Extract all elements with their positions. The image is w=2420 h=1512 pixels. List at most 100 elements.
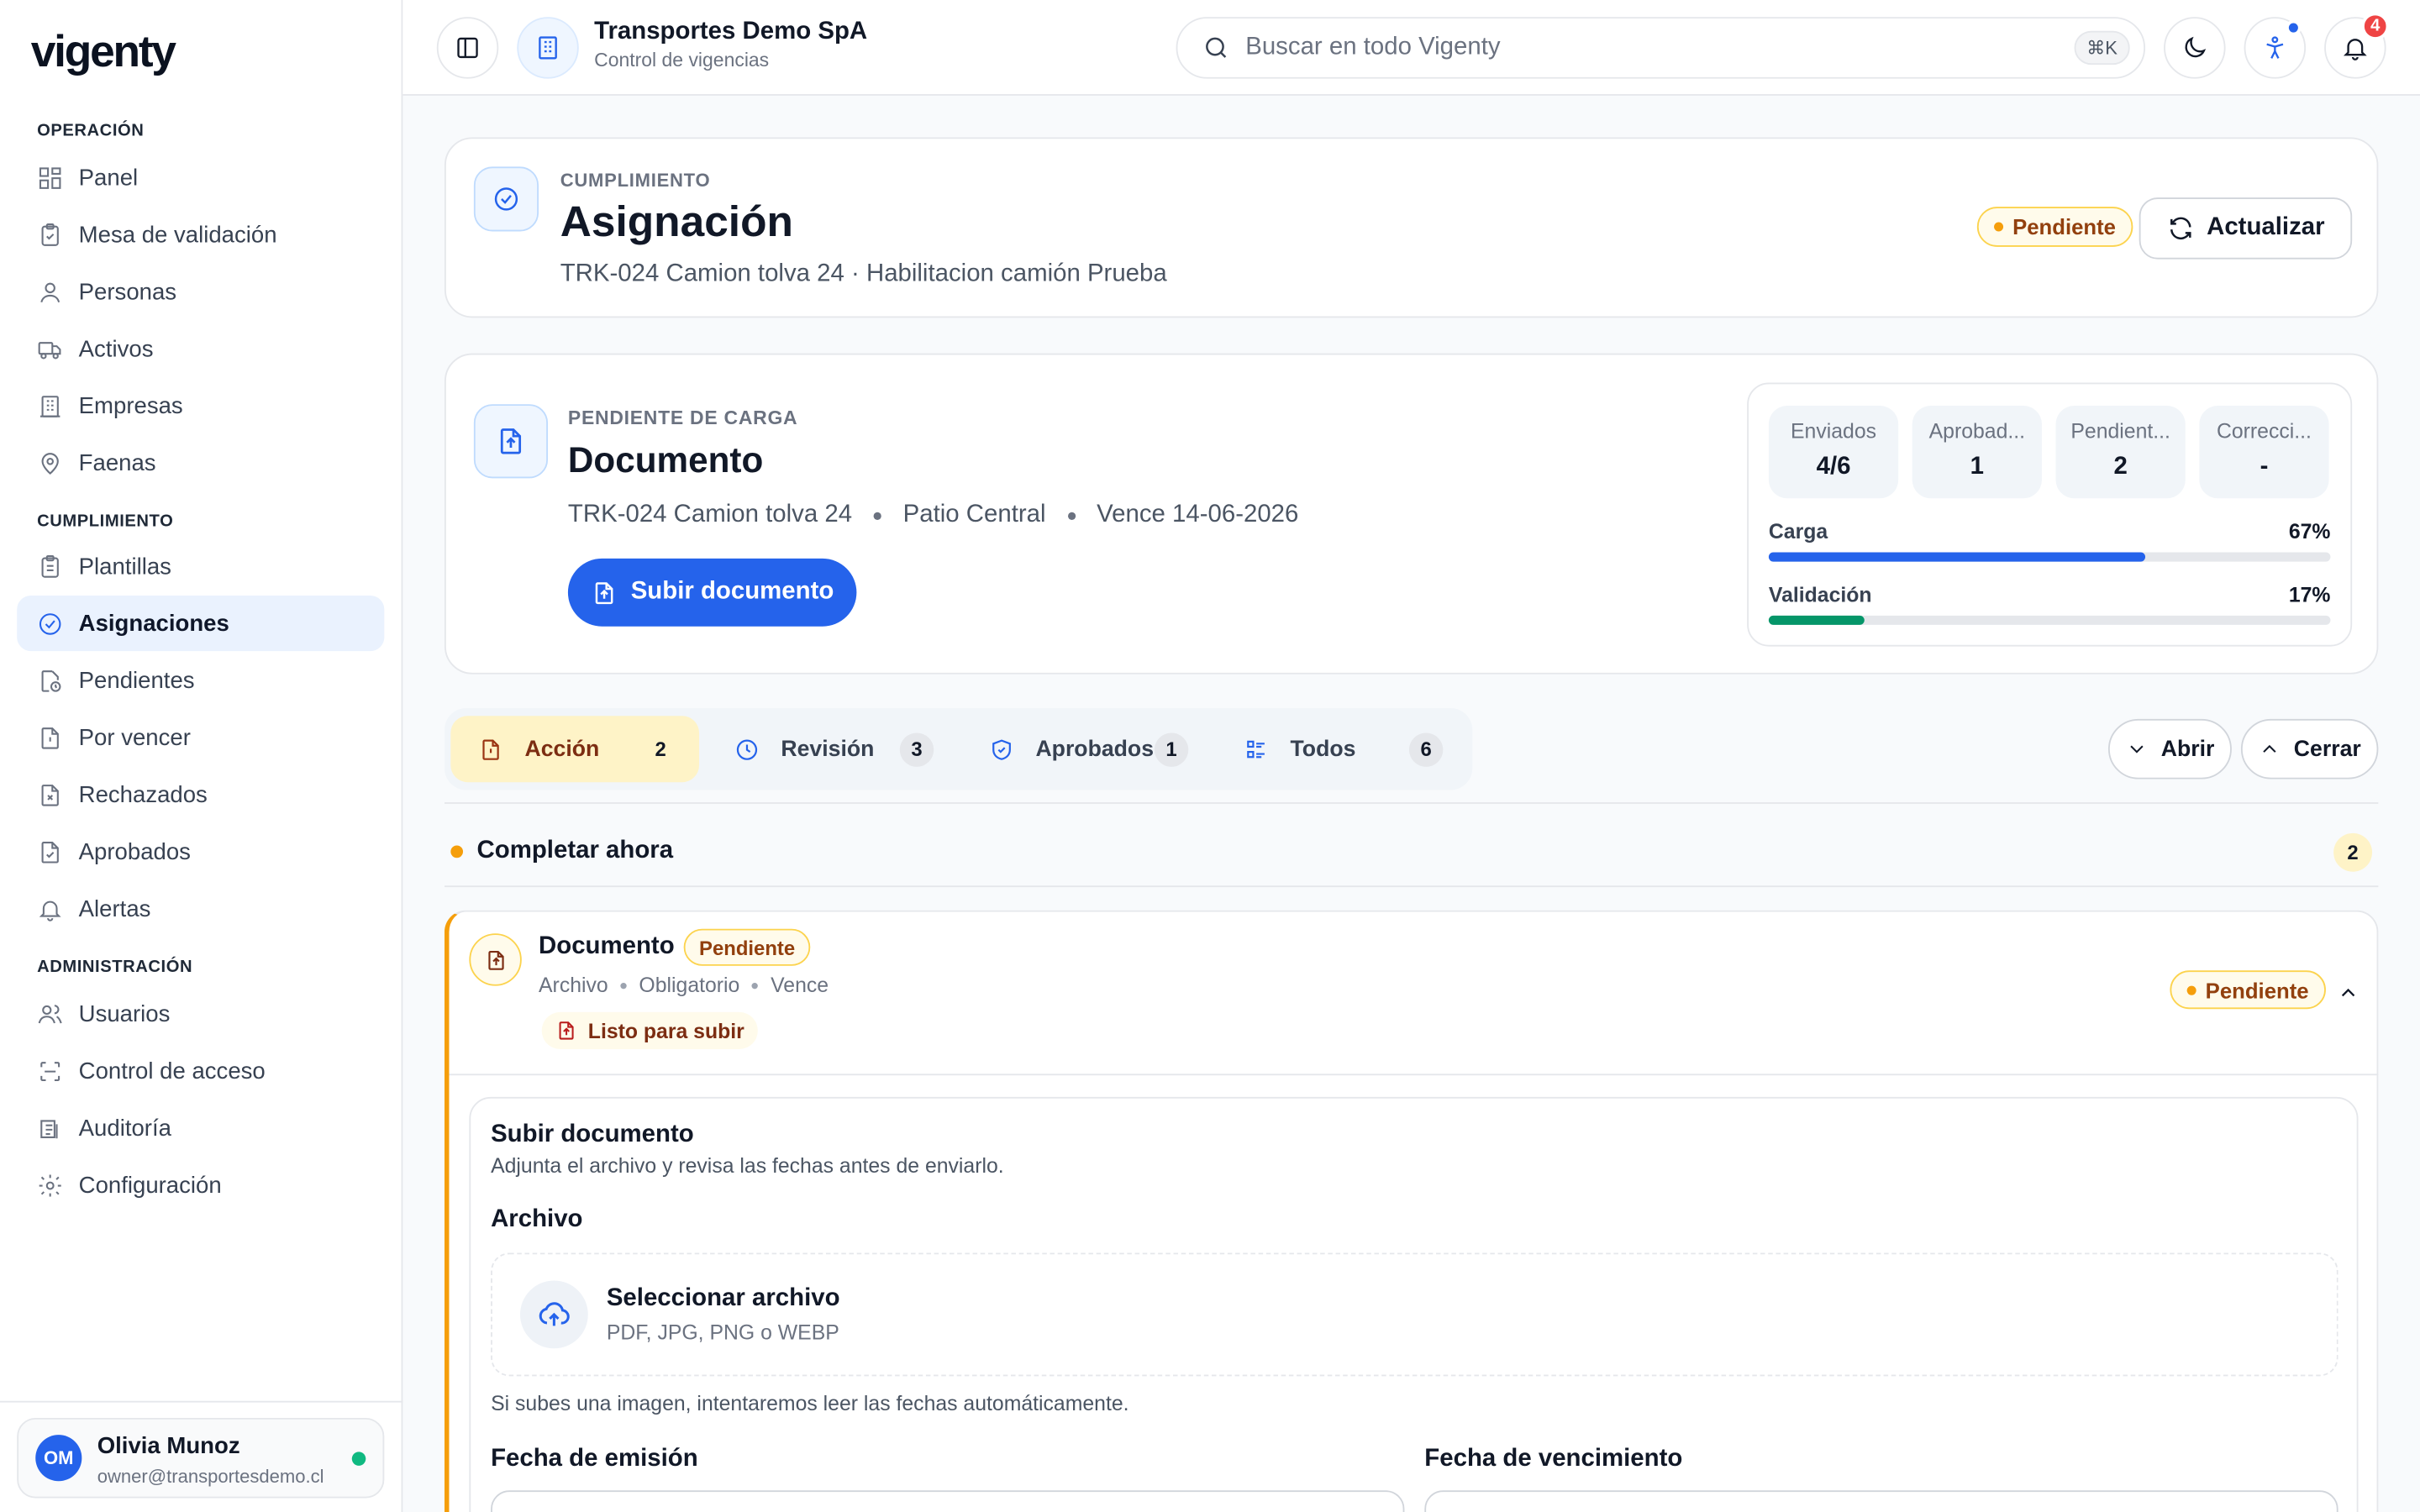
status-label: Pendiente — [2205, 977, 2309, 1002]
sidebar-item-pendientes[interactable]: Pendientes — [17, 653, 384, 708]
scan-icon — [40, 1061, 60, 1081]
sidebar-item-mesa[interactable]: Mesa de validación — [17, 207, 384, 262]
sidebar-item-activos[interactable]: Activos — [17, 321, 384, 376]
tab-todos[interactable]: Todos 6 — [1216, 716, 1463, 782]
toggle-sidebar-button[interactable] — [436, 17, 499, 79]
org-switcher-button[interactable] — [517, 17, 579, 79]
progress-panel: Enviados 4/6 Aprobad... 1 Pendient... 2 Cor… — [1747, 382, 2353, 647]
status-badge: Pendiente — [1976, 207, 2133, 247]
stat-value: 1 — [1970, 453, 1985, 480]
item-title[interactable]: Documento — [539, 933, 675, 961]
group-status-dot — [450, 845, 464, 858]
upload-file-icon-box — [473, 404, 549, 479]
chevron-up-icon — [2263, 744, 2276, 753]
clipboard-list-icon — [41, 554, 59, 577]
settings-icon — [39, 1173, 61, 1196]
circle-check-icon — [39, 612, 61, 634]
sidebar-item-label: Usuarios — [78, 1000, 171, 1027]
sidebar-item-label: Por vencer — [78, 724, 191, 751]
map-pin-icon — [41, 452, 59, 475]
brand-logo[interactable]: vigenty — [31, 28, 176, 79]
clock-icon — [736, 738, 758, 759]
audit-list-icon — [40, 1119, 58, 1138]
expand-all-button[interactable]: Abrir — [2107, 718, 2232, 780]
tab-label: Acción — [524, 737, 600, 762]
refresh-button[interactable]: Actualizar — [2139, 197, 2353, 260]
tab-accion[interactable]: Acción 2 — [450, 716, 700, 783]
section-title-cumplimiento: CUMPLIMIENTO — [37, 512, 174, 531]
doc-expiry: Vence 14-06-2026 — [1097, 501, 1299, 528]
sidebar-item-auditoria[interactable]: Auditoría — [17, 1100, 384, 1156]
sidebar-item-faenas[interactable]: Faenas — [17, 435, 384, 491]
theme-toggle-button[interactable] — [2164, 17, 2226, 79]
expiry-date-input[interactable] — [1424, 1490, 2338, 1512]
chevron-down-icon — [2130, 745, 2144, 753]
sidebar-item-alertas[interactable]: Alertas — [17, 881, 384, 937]
sidebar-item-label: Alertas — [78, 895, 151, 922]
file-field-label: Archivo — [491, 1206, 583, 1233]
status-dot — [1994, 222, 2004, 232]
select-file-label: Seleccionar archivo — [606, 1284, 840, 1312]
refresh-label: Actualizar — [2207, 214, 2325, 241]
sidebar-item-por-vencer[interactable]: Por vencer — [17, 710, 384, 765]
chevron-up-icon[interactable] — [2337, 981, 2360, 1005]
circle-check-icon — [494, 187, 518, 211]
status-dot — [2186, 984, 2196, 995]
notifications-button[interactable]: 4 — [2324, 12, 2390, 79]
building-icon — [39, 395, 60, 417]
issue-date-label: Fecha de emisión — [491, 1446, 698, 1473]
stat-value: 2 — [2113, 453, 2128, 480]
meta-separator — [873, 511, 881, 520]
accessibility-button[interactable] — [2244, 17, 2307, 79]
stat-pendientes: Pendient... 2 — [2055, 406, 2186, 499]
group-title: Completar ahora — [476, 837, 674, 864]
notification-count-badge: 4 — [2361, 12, 2390, 40]
tab-count: 3 — [899, 732, 934, 766]
user-email: owner@transportesdemo.cl — [97, 1465, 324, 1488]
user-icon — [40, 281, 60, 302]
sidebar-item-empresas[interactable]: Empresas — [17, 378, 384, 433]
user-card[interactable]: OM Olivia Munoz owner@transportesdemo.cl — [17, 1417, 385, 1499]
tab-revision[interactable]: Revisión 3 — [707, 716, 939, 782]
list-icon — [1247, 739, 1265, 758]
file-upload-icon — [559, 1021, 574, 1040]
divider — [449, 1074, 2379, 1076]
sidebar-item-panel[interactable]: Panel — [17, 150, 384, 205]
ready-to-upload-chip: Listo para subir — [541, 1011, 759, 1049]
tab-count: 1 — [1154, 732, 1189, 766]
issue-date-input[interactable] — [491, 1490, 1405, 1512]
sidebar-item-personas[interactable]: Personas — [17, 264, 384, 319]
sidebar-item-aprobados[interactable]: Aprobados — [17, 824, 384, 879]
assignment-header-card: CUMPLIMIENTO Asignación TRK-024 Camion t… — [444, 137, 2379, 318]
stat-value: - — [2260, 453, 2269, 480]
progress-label-carga: Carga — [1768, 519, 1828, 543]
item-meta-type: Archivo — [539, 973, 608, 997]
stat-enviados: Enviados 4/6 — [1768, 406, 1899, 499]
item-meta-required: Obligatorio — [639, 973, 740, 997]
tab-aprobados[interactable]: Aprobados 1 — [961, 716, 1193, 782]
sidebar-item-asignaciones[interactable]: Asignaciones — [17, 595, 385, 652]
search-input[interactable]: Buscar en todo Vigenty ⌘K — [1176, 17, 2146, 79]
tab-label: Revisión — [781, 737, 875, 762]
sidebar-item-plantillas[interactable]: Plantillas — [17, 538, 384, 594]
upload-document-button[interactable]: Subir documento — [567, 558, 857, 627]
file-dropzone[interactable]: Seleccionar archivo PDF, JPG, PNG o WEBP — [491, 1252, 2338, 1377]
user-name: Olivia Munoz — [97, 1433, 240, 1460]
sidebar-item-label: Panel — [78, 164, 139, 191]
sidebar-item-rechazados[interactable]: Rechazados — [17, 767, 384, 822]
sidebar-item-configuracion[interactable]: Configuración — [17, 1158, 384, 1213]
sidebar-item-label: Auditoría — [78, 1115, 171, 1142]
org-name[interactable]: Transportes Demo SpA — [594, 18, 867, 46]
sidebar-divider — [0, 1400, 403, 1403]
collapse-all-button[interactable]: Cerrar — [2240, 718, 2379, 780]
bell-icon — [2344, 39, 2367, 60]
layout-grid-icon — [39, 166, 61, 188]
filter-tabs: Acción 2 Revisión 3 Aprobados 1 Todos 6 — [444, 708, 1473, 790]
file-upload-icon — [500, 428, 522, 454]
moon-icon — [2185, 36, 2207, 58]
search-icon — [1206, 37, 1227, 58]
sidebar-item-control-acceso[interactable]: Control de acceso — [17, 1043, 384, 1099]
shield-check-icon — [992, 738, 1011, 759]
stat-value: 4/6 — [1816, 453, 1851, 480]
sidebar-item-usuarios[interactable]: Usuarios — [17, 986, 384, 1042]
